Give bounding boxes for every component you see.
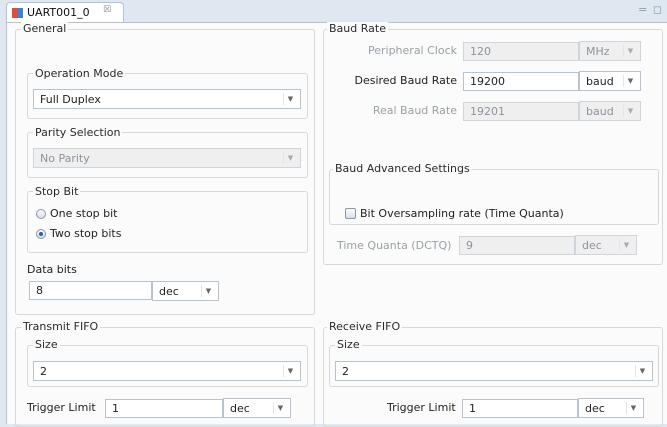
- oversampling-checkbox[interactable]: [345, 208, 356, 219]
- receive-fifo-title: Receive FIFO: [327, 320, 403, 333]
- desired-baud-unit-select[interactable]: baud ▼: [579, 71, 641, 91]
- desired-baud-unit-value: baud: [586, 75, 614, 88]
- baud-rate-group: [323, 29, 663, 265]
- radio-two-stop-bits-label: Two stop bits: [50, 227, 122, 240]
- receive-size-title: Size: [335, 338, 362, 351]
- transmit-trigger-limit-label: Trigger Limit: [27, 401, 96, 414]
- oversampling-label: Bit Oversampling rate (Time Quanta): [360, 207, 564, 220]
- editor-tab-strip: UART001_0 ☒ = ◻: [0, 0, 667, 22]
- receive-trigger-format-select[interactable]: dec ▼: [578, 398, 644, 418]
- chevron-down-icon: ▼: [623, 75, 637, 87]
- real-baud-unit-select[interactable]: baud ▼: [579, 101, 641, 121]
- data-bits-label: Data bits: [27, 263, 77, 276]
- receive-size-value: 2: [342, 365, 349, 378]
- time-quanta-format-select[interactable]: dec ▼: [575, 235, 637, 255]
- data-bits-format-select[interactable]: dec ▼: [152, 281, 219, 301]
- operation-mode-select[interactable]: Full Duplex ▼: [33, 89, 301, 109]
- close-icon[interactable]: ☒: [103, 5, 111, 15]
- time-quanta-input[interactable]: 9: [459, 236, 575, 255]
- peripheral-clock-unit-value: MHz: [586, 45, 610, 58]
- baud-advanced-title: Baud Advanced Settings: [333, 162, 472, 175]
- data-bits-input[interactable]: 8: [29, 281, 152, 300]
- minimize-maximize-icon[interactable]: = ◻: [638, 3, 663, 16]
- chevron-down-icon: ▼: [635, 365, 649, 377]
- stop-bit-title: Stop Bit: [33, 185, 81, 198]
- tab-title: UART001_0: [27, 6, 90, 19]
- transmit-size-select[interactable]: 2 ▼: [33, 361, 301, 381]
- radio-one-stop-bit[interactable]: [36, 209, 46, 219]
- tab-uart001[interactable]: UART001_0 ☒: [6, 2, 124, 22]
- chevron-down-icon: ▼: [283, 365, 297, 377]
- receive-trigger-limit-input[interactable]: 1: [462, 399, 578, 418]
- transmit-size-value: 2: [40, 365, 47, 378]
- chevron-down-icon: ▼: [201, 285, 215, 297]
- stop-bit-group: [27, 191, 308, 253]
- transmit-size-title: Size: [33, 338, 60, 351]
- chevron-down-icon: ▼: [283, 93, 297, 105]
- real-baud-rate-input[interactable]: 19201: [463, 102, 579, 121]
- chevron-down-icon: ▼: [283, 152, 297, 164]
- time-quanta-label: Time Quanta (DCTQ): [337, 239, 452, 252]
- parity-title: Parity Selection: [33, 126, 123, 139]
- peripheral-clock-label: Peripheral Clock: [367, 44, 457, 57]
- transmit-trigger-format-select[interactable]: dec ▼: [223, 398, 291, 418]
- chevron-down-icon: ▼: [273, 402, 287, 414]
- data-bits-format-value: dec: [159, 285, 179, 298]
- receive-trigger-format-value: dec: [585, 402, 605, 415]
- receive-trigger-limit-label: Trigger Limit: [387, 401, 456, 414]
- editor-content: General Operation Mode Full Duplex ▼ Par…: [6, 22, 667, 427]
- transmit-trigger-limit-input[interactable]: 1: [105, 399, 223, 418]
- peripheral-clock-unit-select[interactable]: MHz ▼: [579, 41, 641, 61]
- operation-mode-title: Operation Mode: [33, 67, 126, 80]
- peripheral-clock-input[interactable]: 120: [463, 42, 579, 61]
- chevron-down-icon: ▼: [623, 45, 637, 57]
- chevron-down-icon: ▼: [619, 239, 633, 251]
- radio-one-stop-bit-label: One stop bit: [50, 207, 118, 220]
- real-baud-unit-value: baud: [586, 105, 614, 118]
- parity-select[interactable]: No Parity ▼: [33, 148, 301, 168]
- desired-baud-rate-label: Desired Baud Rate: [354, 74, 457, 87]
- desired-baud-rate-input[interactable]: 19200: [463, 72, 579, 91]
- operation-mode-value: Full Duplex: [40, 93, 101, 106]
- chevron-down-icon: ▼: [626, 402, 640, 414]
- transmit-trigger-format-value: dec: [230, 402, 250, 415]
- chevron-down-icon: ▼: [623, 105, 637, 117]
- general-title: General: [21, 22, 69, 35]
- app-module-icon: [12, 8, 23, 18]
- transmit-fifo-title: Transmit FIFO: [21, 320, 101, 333]
- baud-rate-title: Baud Rate: [327, 22, 388, 35]
- radio-two-stop-bits[interactable]: [36, 229, 46, 239]
- real-baud-rate-label: Real Baud Rate: [372, 104, 457, 117]
- receive-size-select[interactable]: 2 ▼: [335, 361, 653, 381]
- parity-value: No Parity: [40, 152, 90, 165]
- time-quanta-format-value: dec: [582, 239, 602, 252]
